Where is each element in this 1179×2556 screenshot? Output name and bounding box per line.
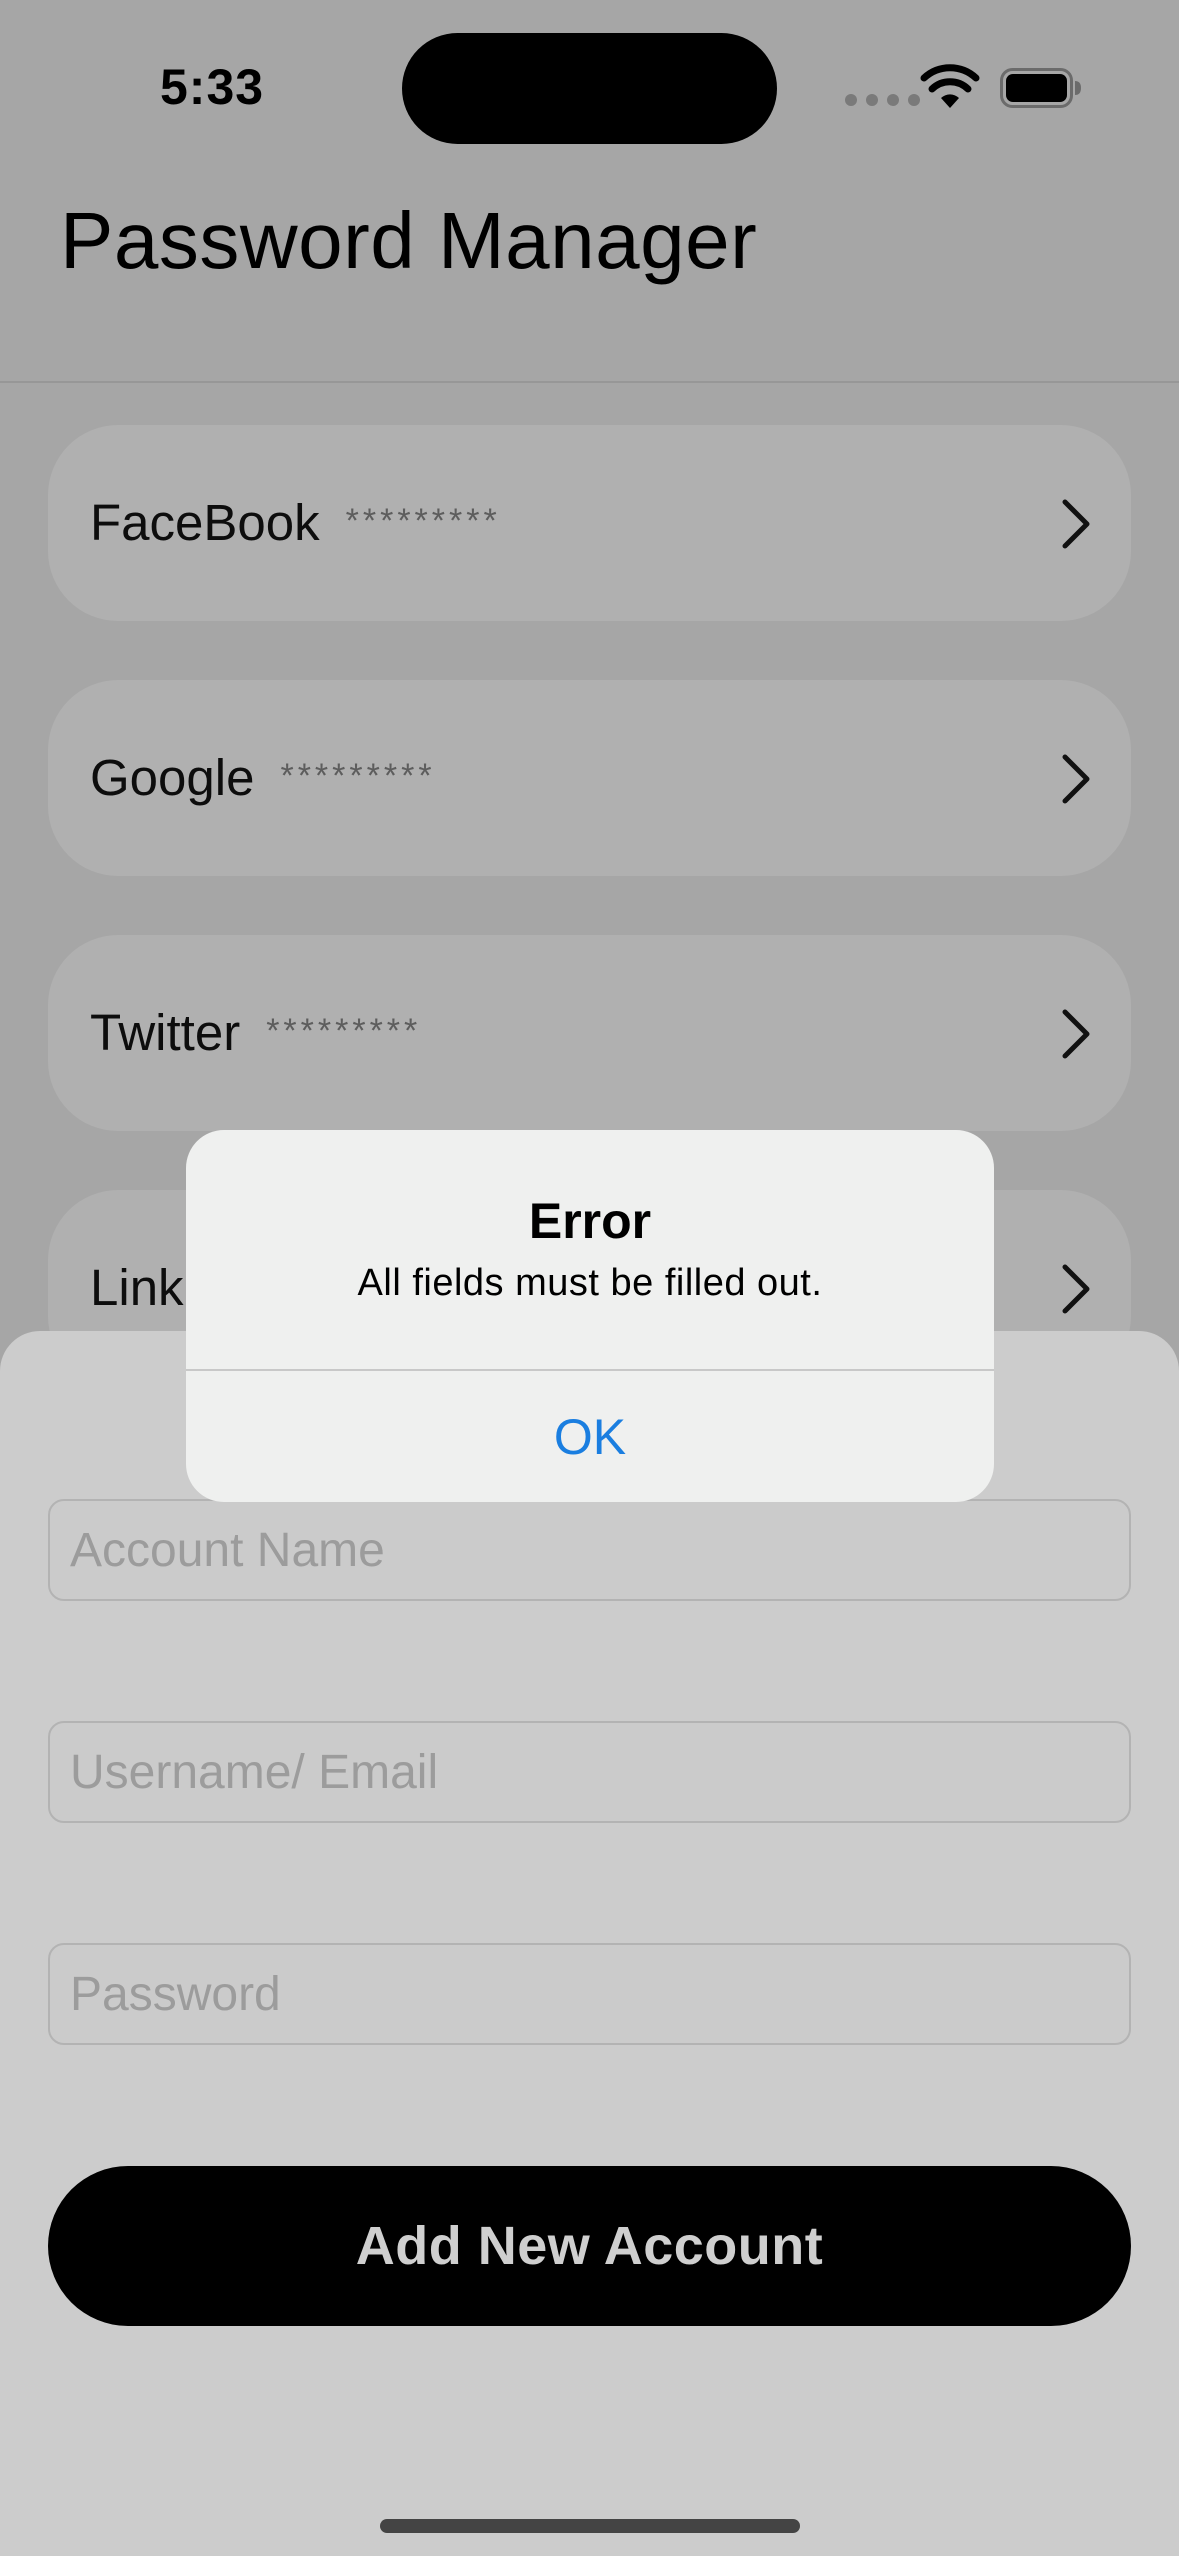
add-new-account-button[interactable]: Add New Account	[48, 2166, 1131, 2326]
battery-icon	[1000, 68, 1081, 108]
password-input[interactable]	[48, 1943, 1131, 2045]
account-name: Twitter	[90, 1004, 241, 1061]
account-name: Link	[90, 1259, 184, 1316]
password-mask: *********	[266, 1012, 422, 1050]
alert-message: All fields must be filled out.	[357, 1262, 823, 1304]
chevron-right-icon	[1062, 1009, 1090, 1059]
header-divider	[0, 381, 1179, 383]
alert-ok-button[interactable]: OK	[186, 1371, 994, 1502]
account-name-input[interactable]	[48, 1499, 1131, 1601]
status-time: 5:33	[160, 59, 265, 115]
chevron-right-icon	[1062, 1264, 1090, 1314]
account-card-twitter[interactable]: Twitter *********	[48, 935, 1131, 1131]
account-card-facebook[interactable]: FaceBook *********	[48, 425, 1131, 621]
username-email-input[interactable]	[48, 1721, 1131, 1823]
error-alert: Error All fields must be filled out. OK	[186, 1130, 994, 1502]
password-mask: *********	[345, 502, 501, 540]
account-card-google[interactable]: Google *********	[48, 680, 1131, 876]
account-name: FaceBook	[90, 494, 320, 551]
cellular-signal-icon	[845, 94, 920, 106]
chevron-right-icon	[1062, 754, 1090, 804]
page-title: Password Manager	[60, 196, 758, 285]
password-mask: *********	[280, 757, 436, 795]
alert-title: Error	[528, 1193, 652, 1249]
account-name: Google	[90, 749, 255, 806]
chevron-right-icon	[1062, 499, 1090, 549]
dynamic-island	[402, 33, 777, 144]
home-indicator[interactable]	[380, 2519, 800, 2533]
wifi-icon	[920, 64, 980, 108]
